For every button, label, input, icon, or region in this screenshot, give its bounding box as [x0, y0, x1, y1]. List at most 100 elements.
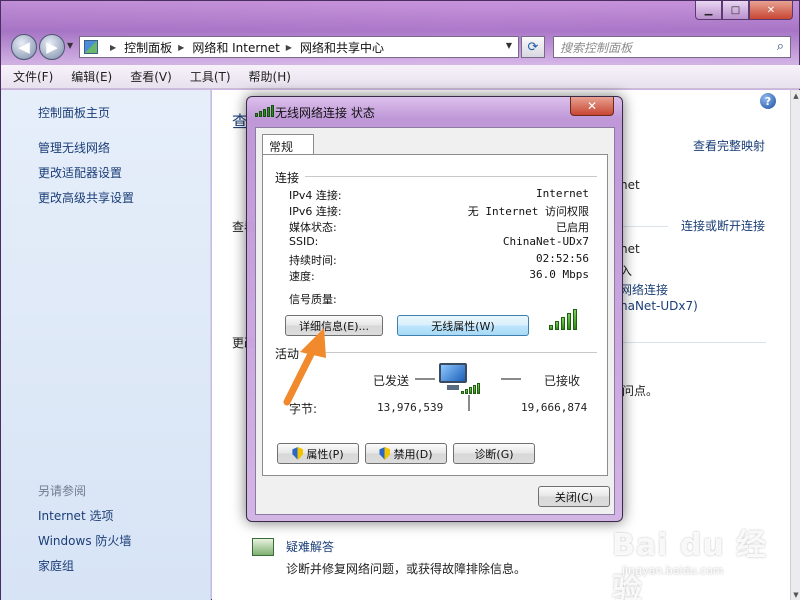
bytes-sent-value: 13,976,539 — [377, 401, 444, 414]
row-value: ChinaNet-UDx7 — [502, 235, 589, 248]
activity-group-label: 活动 — [275, 347, 300, 361]
close-icon: ✕ — [586, 99, 598, 113]
chevron-right-icon[interactable]: ▶ — [286, 43, 292, 52]
breadcrumb-control-panel[interactable]: 控制面板 — [124, 39, 172, 56]
group-divider — [305, 352, 597, 353]
row-label: 信号质量: — [289, 293, 337, 306]
menu-view[interactable]: 查看(V) — [130, 68, 172, 85]
row-ssid: SSID: ChinaNet-UDx7 — [289, 235, 589, 251]
link-control-panel-home[interactable]: 控制面板主页 — [38, 104, 110, 121]
watermark-logo: Bai du 经验 — [612, 528, 768, 600]
signal-bar — [555, 321, 559, 330]
shield-icon — [292, 447, 303, 460]
link-change-advanced-sharing[interactable]: 更改高级共享设置 — [38, 189, 134, 206]
watermark-url: jingyan.baidu.com — [622, 564, 724, 577]
close-dialog-button[interactable]: 关闭(C) — [538, 486, 610, 507]
details-button[interactable]: 详细信息(E)... — [285, 315, 383, 336]
signal-bar — [567, 313, 571, 330]
row-ipv6: IPv6 连接: 无 Internet 访问权限 — [289, 203, 589, 219]
row-label: SSID: — [289, 235, 319, 248]
signal-bar — [573, 309, 577, 330]
disable-button[interactable]: 禁用(D) — [365, 443, 447, 464]
dialog-title: 无线网络连接 状态 — [275, 106, 375, 120]
wireless-properties-button[interactable]: 无线属性(W) — [397, 315, 529, 336]
troubleshoot-description: 诊断并修复网络问题，或获得故障排除信息。 — [286, 562, 527, 576]
activity-separator — [468, 395, 470, 411]
tab-general[interactable]: 常规 — [262, 134, 314, 155]
shield-icon — [379, 447, 390, 460]
disable-button-label: 禁用(D) — [393, 447, 433, 461]
chevron-right-icon[interactable]: ▶ — [178, 43, 184, 52]
control-panel-icon — [84, 40, 98, 54]
link-troubleshoot[interactable]: 疑难解答 — [286, 538, 334, 555]
row-media-state: 媒体状态: 已启用 — [289, 219, 589, 235]
link-view-full-map[interactable]: 查看完整映射 — [693, 137, 765, 154]
search-placeholder: 搜索控制面板 — [560, 40, 633, 55]
close-window-button[interactable]: ✕ — [749, 1, 793, 20]
row-value: 36.0 Mbps — [529, 268, 589, 281]
row-speed: 速度: 36.0 Mbps — [289, 268, 589, 284]
sent-line — [415, 378, 435, 380]
scroll-down-icon[interactable]: ▼ — [792, 591, 800, 599]
arrow-left-icon: ◀ — [18, 38, 30, 56]
back-button[interactable]: ◀ — [11, 34, 37, 60]
minimize-button[interactable]: ▁ — [695, 1, 722, 20]
connection-group-label: 连接 — [275, 171, 300, 185]
bytes-label: 字节: — [289, 402, 318, 416]
link-windows-firewall[interactable]: Windows 防火墙 — [38, 532, 131, 549]
group-divider — [305, 176, 597, 177]
row-value: Internet — [536, 187, 589, 200]
access-point-text: 问点。 — [622, 384, 659, 398]
search-input[interactable]: 搜索控制面板 ⌕ — [553, 36, 791, 58]
sent-label: 已发送 — [373, 374, 410, 388]
wireless-status-dialog: 无线网络连接 状态 ✕ 常规 连接 IPv4 连接: Internet IPv6… — [246, 96, 623, 522]
link-change-adapter-settings[interactable]: 更改适配器设置 — [38, 164, 122, 181]
refresh-button[interactable]: ⟳ — [521, 36, 545, 58]
forward-button[interactable]: ▶ — [39, 34, 65, 60]
arrow-right-icon: ▶ — [46, 38, 58, 56]
dialog-close-button[interactable]: ✕ — [570, 97, 614, 116]
maximize-button[interactable]: □ — [722, 1, 749, 20]
received-line — [501, 378, 521, 380]
link-ssid[interactable]: naNet-UDx7) — [620, 299, 698, 313]
address-bar[interactable]: ▶ 控制面板 ▶ 网络和 Internet ▶ 网络和共享中心 ▼ — [79, 36, 519, 58]
menu-file[interactable]: 文件(F) — [13, 68, 53, 85]
properties-button-label: 属性(P) — [306, 447, 344, 461]
breadcrumb-network-sharing-center[interactable]: 网络和共享中心 — [300, 39, 384, 56]
baidu-watermark: Bai du 经验 jingyan.baidu.com — [612, 516, 792, 600]
row-duration: 持续时间: 02:52:56 — [289, 252, 589, 268]
signal-bar — [549, 325, 553, 330]
search-icon[interactable]: ⌕ — [777, 39, 784, 54]
bytes-received-value: 19,666,874 — [521, 401, 588, 414]
diagnose-button[interactable]: 诊断(G) — [453, 443, 535, 464]
received-label: 已接收 — [544, 374, 581, 388]
link-manage-wireless-networks[interactable]: 管理无线网络 — [38, 139, 110, 156]
breadcrumb-network-internet[interactable]: 网络和 Internet — [192, 39, 279, 56]
recent-pages-dropdown[interactable]: ▼ — [67, 41, 73, 50]
chevron-right-icon[interactable]: ▶ — [110, 43, 116, 52]
link-connect-disconnect[interactable]: 连接或断开连接 — [681, 217, 765, 234]
properties-button[interactable]: 属性(P) — [277, 443, 359, 464]
address-dropdown[interactable]: ▼ — [506, 41, 512, 50]
signal-bar — [561, 317, 565, 330]
row-value: 无 Internet 访问权限 — [467, 205, 589, 218]
row-signal-quality: 信号质量: — [289, 291, 589, 307]
menu-tools[interactable]: 工具(T) — [190, 68, 231, 85]
row-label: 速度: — [289, 270, 315, 283]
row-ipv4: IPv4 连接: Internet — [289, 187, 589, 203]
scroll-up-icon[interactable]: ▲ — [792, 92, 800, 100]
row-label: 持续时间: — [289, 254, 337, 267]
computer-network-icon — [435, 363, 480, 399]
wireless-signal-icon — [255, 105, 274, 117]
link-homegroup[interactable]: 家庭组 — [38, 557, 74, 574]
troubleshoot-icon — [252, 538, 274, 556]
see-also-header: 另请参阅 — [38, 484, 87, 498]
link-internet-options[interactable]: Internet 选项 — [38, 507, 113, 524]
link-wireless-connection[interactable]: 网络连接 — [620, 281, 668, 298]
menu-edit[interactable]: 编辑(E) — [71, 68, 112, 85]
menu-bar: 文件(F) 编辑(E) 查看(V) 工具(T) 帮助(H) — [1, 65, 800, 89]
menu-help[interactable]: 帮助(H) — [249, 68, 291, 85]
help-icon[interactable]: ? — [760, 93, 776, 109]
row-label: IPv6 连接: — [289, 205, 342, 218]
window-controls: ▁ □ ✕ — [695, 1, 793, 20]
